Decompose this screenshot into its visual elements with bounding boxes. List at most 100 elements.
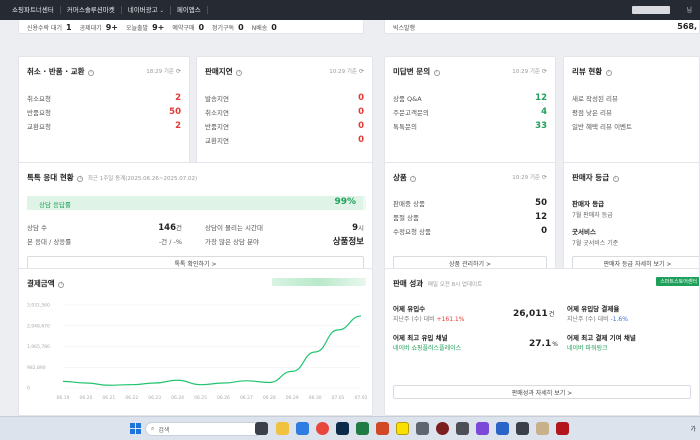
refresh-icon[interactable]: ⟳ <box>542 174 547 181</box>
list-item[interactable]: 취소지연 0 <box>205 107 364 117</box>
row-value: 0 <box>541 226 547 236</box>
card-title: 상품 i <box>393 172 417 183</box>
list-item[interactable]: 반품지연 0 <box>205 121 364 131</box>
kakaotalk-icon[interactable] <box>396 422 409 435</box>
card-title: 톡톡 응대 현황 i 최근 1주일 동계(2025.06.26~2025.07.… <box>27 172 197 183</box>
row-label: 상담이 몰리는 시간대 <box>205 224 263 232</box>
strip-label[interactable]: N배송 <box>252 23 268 32</box>
start-tile <box>130 423 135 428</box>
user-name-blurred[interactable] <box>632 6 670 14</box>
taskbar-search-input[interactable]: ⌕ 검색 <box>145 422 263 436</box>
strip-label[interactable]: 예약구매 <box>172 23 194 32</box>
file-explorer-icon[interactable] <box>276 422 289 435</box>
nav-item-naver-ads[interactable]: 네이버광고 ⌄ <box>122 5 171 15</box>
strip-value[interactable]: 0 <box>271 23 277 32</box>
mail-icon[interactable] <box>296 422 309 435</box>
x-tick-label: 06.24 <box>171 395 184 401</box>
strip-label[interactable]: 오늘출발 <box>126 23 148 32</box>
list-item[interactable]: 톡톡문의 33 <box>393 121 547 131</box>
strip-value[interactable]: 9+ <box>152 23 164 32</box>
row-label: 일반 혜택 리뷰 이벤트 <box>572 123 633 131</box>
refresh-icon[interactable]: ⟳ <box>542 68 547 75</box>
y-tick-label: 982,890 <box>27 365 46 371</box>
nav-item-solution-market[interactable]: 커머스솔루션마켓 <box>61 6 122 14</box>
period-selector[interactable] <box>272 278 366 286</box>
list-item[interactable]: 교환요청 2 <box>27 121 181 131</box>
info-icon[interactable]: i <box>605 70 612 76</box>
task-view-icon[interactable] <box>255 422 268 435</box>
nav-item-pay-apps[interactable]: 페이앱스 <box>171 6 208 14</box>
smartstore-badge: 스마트스토어센터 <box>656 277 699 286</box>
info-icon[interactable]: i <box>88 70 95 76</box>
excel-icon[interactable] <box>356 422 369 435</box>
goodservice-title: 굿서비스 <box>572 228 596 236</box>
info-icon[interactable]: i <box>236 70 243 76</box>
nav-item-partner-center[interactable]: 쇼핑파트너센터 <box>6 6 61 14</box>
inflow-sub: 지난주 (수) 대비 +161.1% <box>393 314 464 323</box>
chevron-down-icon: ⌄ <box>159 7 164 14</box>
card-title: 결제금액 i <box>27 278 65 289</box>
list-item[interactable]: 판매중 상품 50 <box>393 198 547 208</box>
card-title: 판매지연 i <box>205 66 243 77</box>
list-item[interactable]: 교환지연 0 <box>205 135 364 145</box>
app-icon[interactable] <box>436 422 449 435</box>
app-icon[interactable] <box>416 422 429 435</box>
acrobat-icon[interactable] <box>556 422 569 435</box>
list-item[interactable]: 취소요청 2 <box>27 93 181 103</box>
x-tick-label: 06.22 <box>125 395 138 401</box>
x-tick-label: 06.19 <box>57 395 70 401</box>
app-icon[interactable] <box>456 422 469 435</box>
sales-performance-detail-button[interactable]: 판매성과 자세히 보기 > <box>393 385 691 399</box>
x-tick-label: 06.29 <box>286 395 299 401</box>
settlement-label[interactable]: 빅스발행 <box>393 23 415 32</box>
refresh-icon[interactable]: ⟳ <box>176 68 181 75</box>
card-time-text: 10:29 기준 <box>512 69 540 75</box>
info-icon[interactable]: i <box>77 176 84 182</box>
strip-label[interactable]: 신용수락 대기 <box>27 23 62 32</box>
info-icon[interactable]: i <box>58 282 65 288</box>
app-icon[interactable] <box>516 422 529 435</box>
top-channel-value-wrap: 27.1% <box>529 339 558 349</box>
top-pay-channel-sub[interactable]: 네이버 파워링크 <box>567 343 608 352</box>
app-icon[interactable] <box>536 422 549 435</box>
powerpoint-icon[interactable] <box>376 422 389 435</box>
list-item[interactable]: 평점 낮은 리뷰 <box>572 107 691 117</box>
row-value: 0 <box>358 93 364 103</box>
info-icon[interactable]: i <box>433 70 440 76</box>
list-item[interactable]: 새로 작성된 리뷰 <box>572 93 691 103</box>
strip-value[interactable]: 9+ <box>106 23 118 32</box>
strip-label[interactable]: 정기구독 <box>212 23 234 32</box>
app-icon[interactable] <box>496 422 509 435</box>
ime-indicator[interactable]: 가 <box>690 424 696 433</box>
settlement-value[interactable]: 568, <box>677 22 697 31</box>
strip-value[interactable]: 1 <box>66 23 72 32</box>
top-channel-sub[interactable]: 네이버 쇼핑플러스플레이스 <box>393 343 461 352</box>
strip-value[interactable]: 0 <box>198 23 204 32</box>
card-title-text: 톡톡 응대 현황 <box>27 173 74 182</box>
card-title: 미답변 문의 i <box>393 66 440 77</box>
list-item[interactable]: 발송지연 0 <box>205 93 364 103</box>
row-value: 0 <box>358 121 364 131</box>
row-label: 본 응대 / 상응률 <box>27 238 72 246</box>
x-tick-label: 06.30 <box>309 395 322 401</box>
x-tick-label: 06.26 <box>217 395 230 401</box>
chrome-icon[interactable] <box>316 422 329 435</box>
start-menu-icon[interactable] <box>130 423 141 434</box>
conversion-change: -1.6% <box>610 316 628 323</box>
response-rate-bar: 상담 응답률 99% <box>27 196 366 210</box>
list-item[interactable]: 상품 Q&A 12 <box>393 93 547 103</box>
strip-label[interactable]: 공제대기 <box>80 23 102 32</box>
refresh-icon[interactable]: ⟳ <box>359 68 364 75</box>
list-item[interactable]: 수정요청 상품 0 <box>393 226 547 236</box>
list-item[interactable]: 품절 상품 12 <box>393 212 547 222</box>
list-item[interactable]: 반품요청 50 <box>27 107 181 117</box>
card-title-text: 결제금액 <box>27 279 55 288</box>
photoshop-icon[interactable] <box>336 422 349 435</box>
row-value: 12 <box>535 212 547 222</box>
list-item[interactable]: 주문고객문의 4 <box>393 107 547 117</box>
strip-value[interactable]: 0 <box>238 23 244 32</box>
info-icon[interactable]: i <box>410 176 417 182</box>
app-icon[interactable] <box>476 422 489 435</box>
list-item[interactable]: 일반 혜택 리뷰 이벤트 <box>572 121 691 131</box>
info-icon[interactable]: i <box>612 176 619 182</box>
